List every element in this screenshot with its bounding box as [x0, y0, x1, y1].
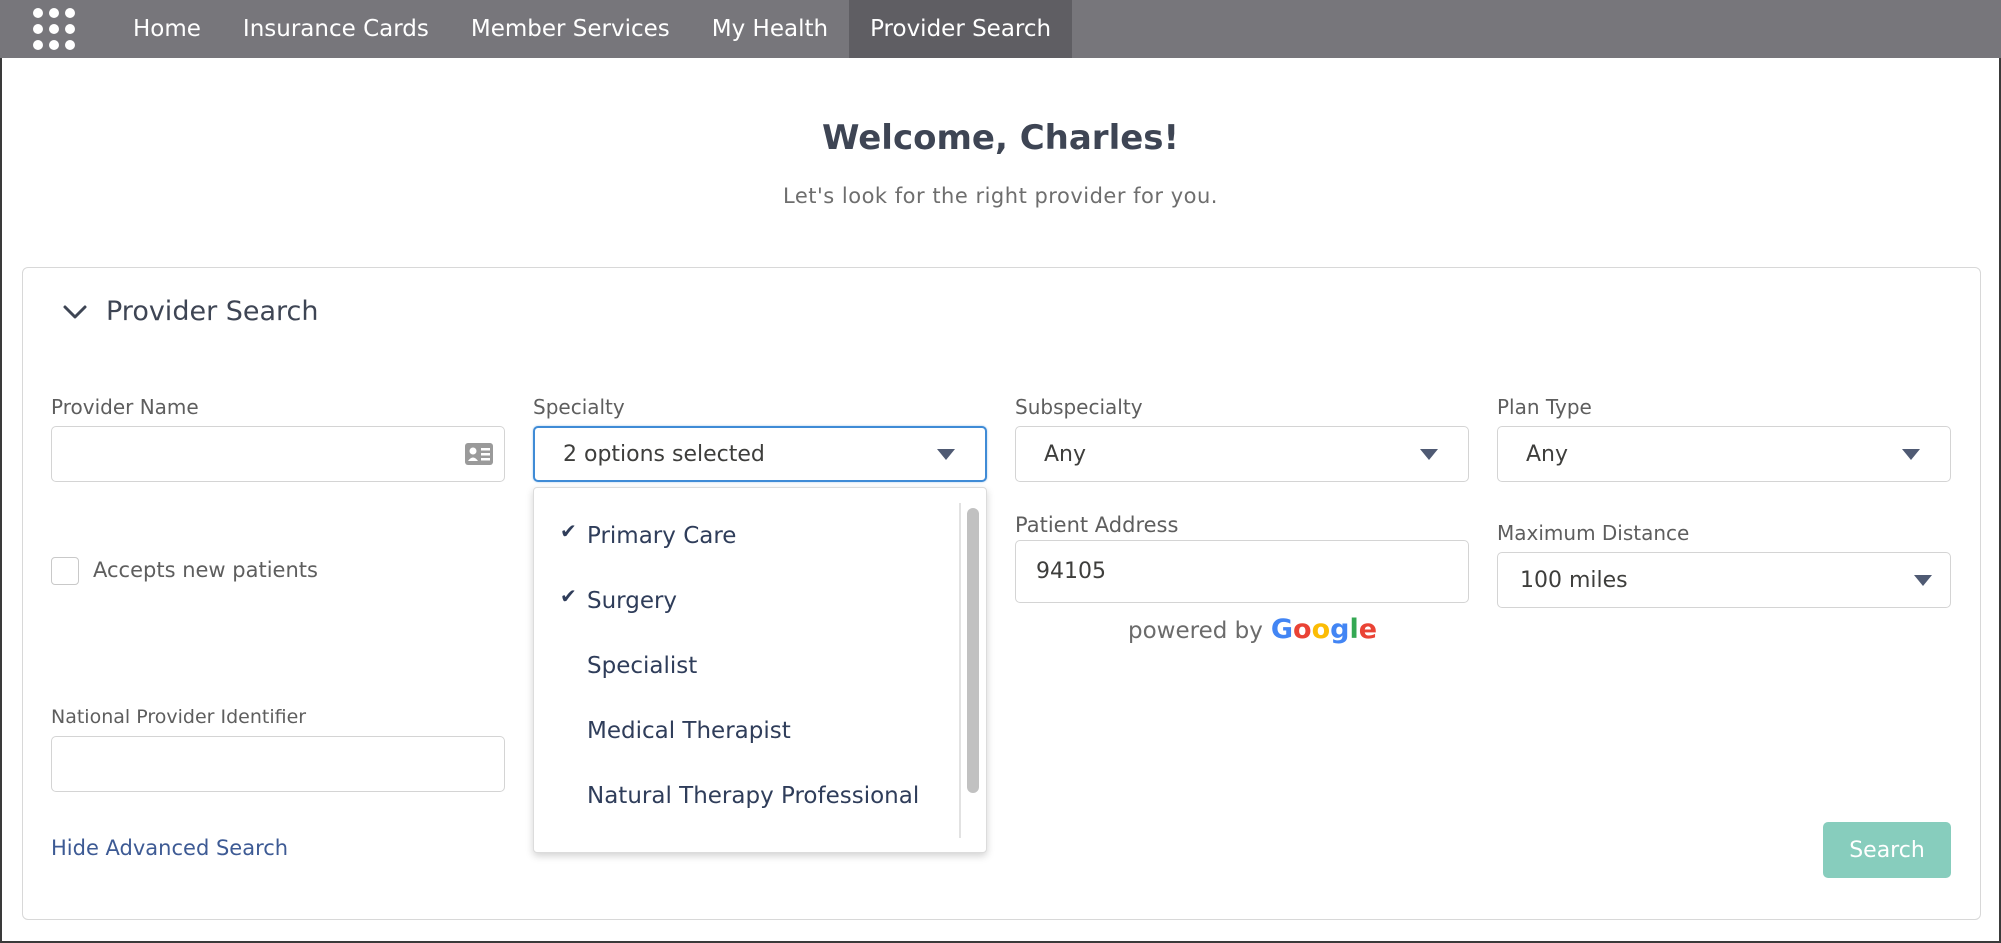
- plan-type-value: Any: [1526, 441, 1569, 467]
- specialty-option-surgery[interactable]: ✔ Surgery: [534, 576, 954, 626]
- welcome-heading: Welcome, Charles!: [821, 118, 1180, 158]
- patient-address-label: Patient Address: [1015, 513, 1179, 537]
- patient-address-input[interactable]: 94105: [1015, 540, 1469, 603]
- npi-label: National Provider Identifier: [51, 706, 307, 728]
- google-logo: Google: [1270, 614, 1378, 645]
- checkmark-icon: ✔: [560, 519, 577, 543]
- specialty-option-primary-care[interactable]: ✔ Primary Care: [534, 511, 954, 561]
- plan-type-select[interactable]: Any: [1497, 426, 1951, 482]
- specialty-select[interactable]: 2 options selected: [533, 426, 987, 482]
- welcome-subtitle: Let's look for the right provider for yo…: [783, 184, 1218, 208]
- specialty-option-natural-therapy-professional[interactable]: Natural Therapy Professional: [534, 771, 954, 821]
- hide-advanced-search-link[interactable]: Hide Advanced Search: [51, 836, 288, 860]
- plan-type-label: Plan Type: [1497, 395, 1592, 419]
- provider-name-label: Provider Name: [51, 395, 199, 419]
- provider-name-input[interactable]: [51, 426, 505, 482]
- caret-down-icon: [1902, 449, 1920, 460]
- app-launcher-icon[interactable]: [26, 0, 82, 58]
- search-button[interactable]: Search: [1823, 822, 1951, 878]
- dropdown-scrollbar[interactable]: [967, 508, 979, 793]
- nav-item-insurance-cards[interactable]: Insurance Cards: [222, 0, 450, 58]
- powered-by-text: powered by: [1128, 618, 1263, 644]
- accepts-new-patients-label: Accepts new patients: [93, 558, 318, 582]
- nav-item-my-health[interactable]: My Health: [691, 0, 849, 58]
- nav-item-member-services[interactable]: Member Services: [450, 0, 691, 58]
- powered-by-google: powered by Google: [1128, 614, 1377, 645]
- subspecialty-label: Subspecialty: [1015, 395, 1143, 419]
- specialty-option-specialist[interactable]: Specialist: [534, 641, 954, 691]
- provider-search-panel-toggle[interactable]: Provider Search: [60, 296, 319, 327]
- checkmark-icon: ✔: [560, 584, 577, 608]
- subspecialty-value: Any: [1044, 441, 1087, 467]
- specialty-option-medical-therapist[interactable]: Medical Therapist: [534, 706, 954, 756]
- panel-title: Provider Search: [106, 296, 319, 327]
- nav-item-home[interactable]: Home: [112, 0, 222, 58]
- npi-input[interactable]: [51, 736, 505, 792]
- maximum-distance-value: 100 miles: [1520, 567, 1628, 593]
- top-navigation: Home Insurance Cards Member Services My …: [0, 0, 2001, 58]
- patient-address-value: 94105: [1036, 559, 1106, 584]
- specialty-value: 2 options selected: [563, 441, 765, 467]
- dropdown-scroll-track: [959, 503, 961, 838]
- contact-card-icon: [465, 443, 493, 465]
- accepts-new-patients-checkbox[interactable]: [51, 557, 79, 585]
- maximum-distance-select[interactable]: 100 miles: [1497, 552, 1951, 608]
- caret-down-icon: [1914, 575, 1932, 586]
- chevron-down-icon: [63, 305, 87, 318]
- caret-down-icon: [937, 449, 955, 460]
- subspecialty-select[interactable]: Any: [1015, 426, 1469, 482]
- maximum-distance-label: Maximum Distance: [1497, 521, 1690, 545]
- nav-item-provider-search[interactable]: Provider Search: [849, 0, 1073, 58]
- specialty-dropdown: ✔ Primary Care ✔ Surgery Specialist Medi…: [533, 487, 987, 853]
- caret-down-icon: [1420, 449, 1438, 460]
- specialty-label: Specialty: [533, 395, 625, 419]
